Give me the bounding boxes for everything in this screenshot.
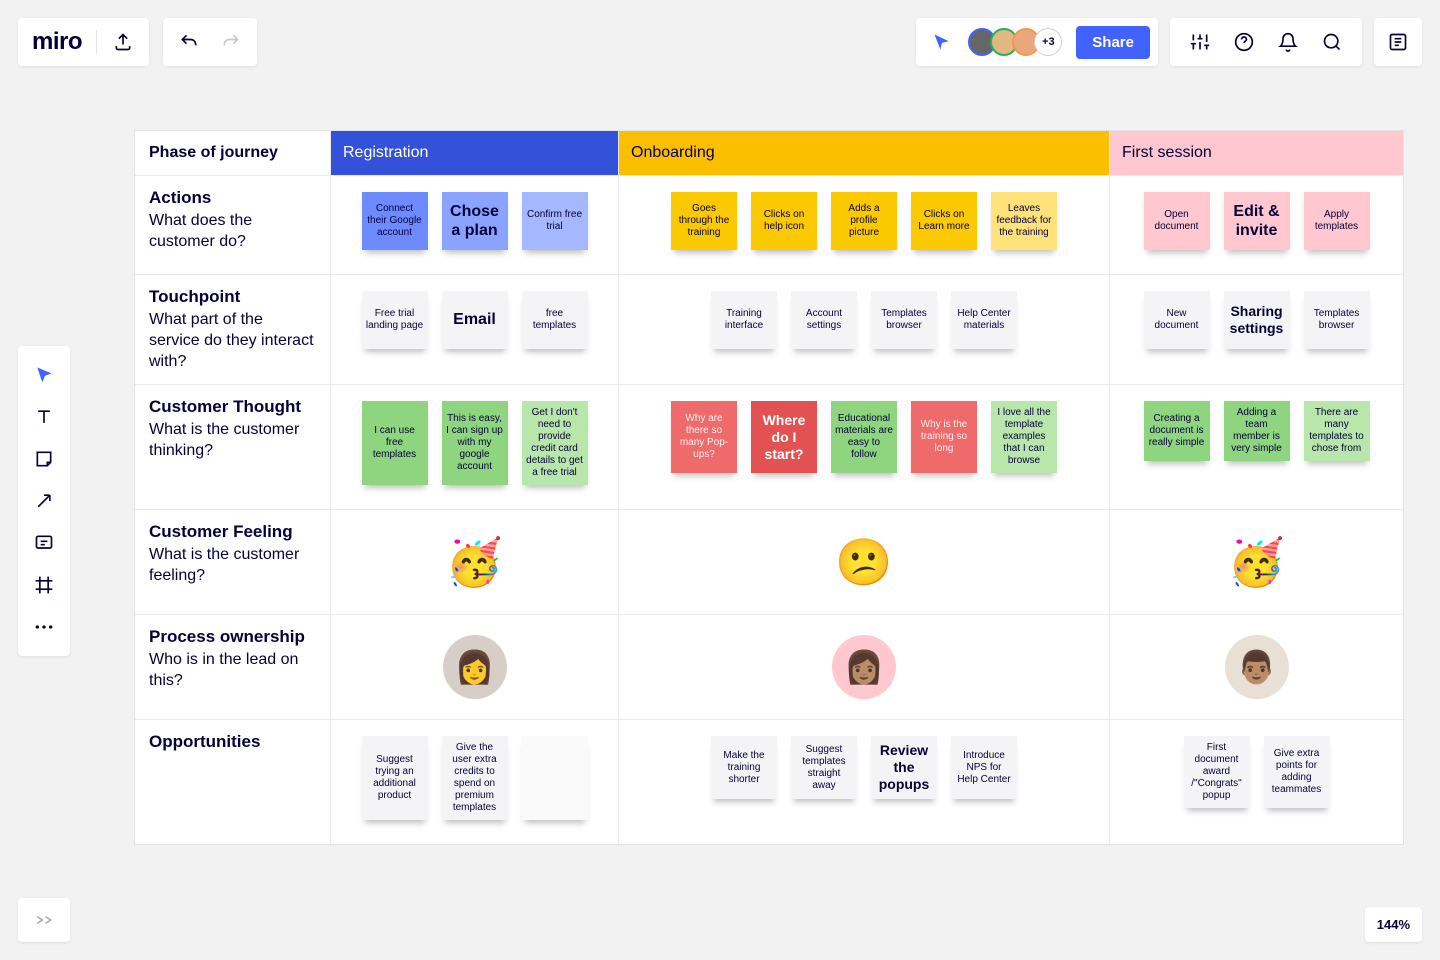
arrow-tool[interactable] xyxy=(24,482,64,520)
row-title: Touchpoint xyxy=(149,287,316,307)
divider xyxy=(96,30,97,54)
sticky-note[interactable]: Clicks on help icon xyxy=(751,192,817,250)
top-actions xyxy=(1170,18,1362,66)
undo-redo-box xyxy=(163,18,257,66)
owner-avatar[interactable]: 👩 xyxy=(443,635,507,699)
row-sub: What is the customer thinking? xyxy=(149,420,316,462)
sticky-note[interactable]: Templates browser xyxy=(871,291,937,349)
feeling-emoji-confused[interactable] xyxy=(619,510,1109,614)
sticky-note[interactable]: Open document xyxy=(1144,192,1210,250)
phase-onboarding[interactable]: Onboarding xyxy=(619,131,1109,175)
avatars[interactable]: +3 xyxy=(968,28,1062,56)
sticky-note[interactable]: I love all the template examples that I … xyxy=(991,401,1057,473)
search-icon[interactable] xyxy=(1320,30,1344,54)
sticky-note[interactable]: Sharing settings xyxy=(1224,291,1290,349)
logo-box: miro xyxy=(18,18,149,66)
row-title: Customer Feeling xyxy=(149,522,316,542)
logo[interactable]: miro xyxy=(32,28,82,56)
sticky-note[interactable]: Edit & invite xyxy=(1224,192,1290,250)
share-button[interactable]: Share xyxy=(1076,26,1150,59)
row-thought-label: Customer Thought What is the customer th… xyxy=(135,384,331,509)
sticky-note[interactable]: Goes through the training xyxy=(671,192,737,250)
left-toolbar xyxy=(18,346,70,656)
sticky-note[interactable]: free templates xyxy=(522,291,588,349)
sticky-note[interactable]: Adds a profile picture xyxy=(831,192,897,250)
sticky-note[interactable]: Free trial landing page xyxy=(362,291,428,349)
row-title: Actions xyxy=(149,188,316,208)
help-icon[interactable] xyxy=(1232,30,1256,54)
feeling-emoji-party[interactable] xyxy=(331,510,618,614)
cursor-presence-icon[interactable] xyxy=(930,30,954,54)
sticky-note[interactable]: Chose a plan xyxy=(442,192,508,250)
sticky-note[interactable]: Creating a document is really simple xyxy=(1144,401,1210,461)
sticky-note[interactable]: Get I don't need to provide credit card … xyxy=(522,401,588,485)
sticky-note[interactable]: Suggest templates straight away xyxy=(791,736,857,798)
owner-avatar[interactable]: 👨🏽 xyxy=(1225,635,1289,699)
sticky-note[interactable]: Confirm free trial xyxy=(522,192,588,250)
avatar-overflow[interactable]: +3 xyxy=(1034,28,1062,56)
sticky-note[interactable]: Review the popups xyxy=(871,736,937,798)
export-icon[interactable] xyxy=(111,30,135,54)
sticky-note[interactable]: First document award /"Congrats" popup xyxy=(1184,736,1250,808)
bell-icon[interactable] xyxy=(1276,30,1300,54)
grid-header-label: Phase of journey xyxy=(135,131,331,175)
sticky-note[interactable]: Email xyxy=(442,291,508,349)
sticky-note[interactable]: Why are there so many Pop-ups? xyxy=(671,401,737,473)
owner-avatar[interactable]: 👩🏽 xyxy=(832,635,896,699)
row-sub: What is the customer feeling? xyxy=(149,545,316,587)
zoom-level[interactable]: 144% xyxy=(1365,907,1422,942)
feeling-emoji-party[interactable] xyxy=(1110,510,1403,614)
sticky-note[interactable]: Adding a team member is very simple xyxy=(1224,401,1290,461)
sticky-note[interactable]: Clicks on Learn more xyxy=(911,192,977,250)
row-actions-label: Actions What does the customer do? xyxy=(135,175,331,274)
journey-map[interactable]: Phase of journey Registration Onboarding… xyxy=(134,130,1404,845)
row-owner-label: Process ownership Who is in the lead on … xyxy=(135,614,331,719)
row-sub: What does the customer do? xyxy=(149,211,316,253)
sticky-note[interactable]: New document xyxy=(1144,291,1210,349)
sticky-note[interactable]: Leaves feedback for the training xyxy=(991,192,1057,250)
more-tools[interactable] xyxy=(24,608,64,646)
sticky-note[interactable]: Give the user extra credits to spend on … xyxy=(442,736,508,820)
sticky-note[interactable]: Where do I start? xyxy=(751,401,817,473)
row-sub: Who is in the lead on this? xyxy=(149,650,316,692)
row-feeling-label: Customer Feeling What is the customer fe… xyxy=(135,509,331,614)
sticky-note[interactable]: Introduce NPS for Help Center xyxy=(951,736,1017,798)
activity-panel-button[interactable] xyxy=(1374,18,1422,66)
row-touch-label: Touchpoint What part of the service do t… xyxy=(135,274,331,384)
sticky-note[interactable]: Make the training shorter xyxy=(711,736,777,798)
sticky-note-empty[interactable] xyxy=(522,736,588,820)
collab-box: +3 Share xyxy=(916,18,1158,66)
frame-tool[interactable] xyxy=(24,566,64,604)
row-title: Opportunities xyxy=(149,732,316,752)
sticky-note[interactable]: This is easy, I can sign up with my goog… xyxy=(442,401,508,485)
sticky-note[interactable]: Help Center materials xyxy=(951,291,1017,349)
redo-icon[interactable] xyxy=(219,30,243,54)
sticky-note[interactable]: Why is the training so long xyxy=(911,401,977,473)
sticky-note[interactable]: Suggest trying an additional product xyxy=(362,736,428,820)
sticky-note[interactable]: Training interface xyxy=(711,291,777,349)
select-tool[interactable] xyxy=(24,356,64,394)
comment-tool[interactable] xyxy=(24,524,64,562)
row-sub: What part of the service do they interac… xyxy=(149,310,316,372)
text-tool[interactable] xyxy=(24,398,64,436)
sticky-note[interactable]: Templates browser xyxy=(1304,291,1370,349)
sticky-note[interactable]: Account settings xyxy=(791,291,857,349)
row-opp-label: Opportunities xyxy=(135,719,331,844)
row-title: Process ownership xyxy=(149,627,316,647)
sticky-note[interactable]: I can use free templates xyxy=(362,401,428,485)
sticky-note[interactable]: Apply templates xyxy=(1304,192,1370,250)
undo-icon[interactable] xyxy=(177,30,201,54)
expand-minimap-button[interactable] xyxy=(18,898,70,942)
sticky-note[interactable]: Give extra points for adding teammates xyxy=(1264,736,1330,808)
sticky-note[interactable]: Educational materials are easy to follow xyxy=(831,401,897,473)
settings-icon[interactable] xyxy=(1188,30,1212,54)
phase-first-session[interactable]: First session xyxy=(1110,131,1403,175)
sticky-note[interactable]: Connect their Google account xyxy=(362,192,428,250)
sticky-note[interactable]: There are many templates to chose from xyxy=(1304,401,1370,461)
sticky-tool[interactable] xyxy=(24,440,64,478)
row-title: Customer Thought xyxy=(149,397,316,417)
phase-registration[interactable]: Registration xyxy=(331,131,618,175)
